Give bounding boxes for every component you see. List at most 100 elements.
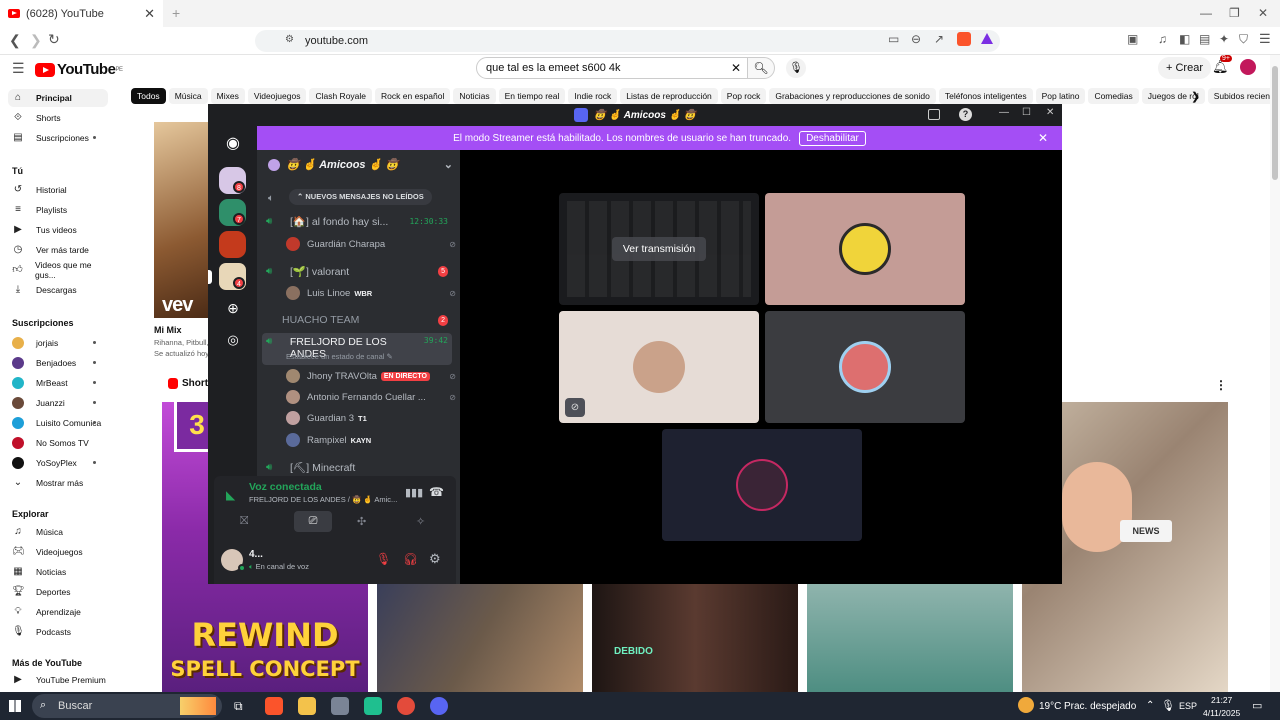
reload-icon[interactable]: ↻ <box>48 31 60 48</box>
short-thumbnail-3[interactable]: DEBIDO <box>592 584 798 692</box>
filter-chip[interactable]: Teléfonos inteligentes <box>938 88 1033 104</box>
server-menu-chevron-icon[interactable]: ⌄ <box>444 158 453 171</box>
filter-chip[interactable]: Grabaciones y reproducciones de sonido <box>769 88 936 104</box>
participant-tile-5[interactable] <box>662 429 862 541</box>
subscription-item[interactable]: No Somos TV <box>8 434 108 452</box>
sidebar-item[interactable]: 🎮︎ Videojuegos <box>8 543 108 561</box>
subscription-item[interactable]: MrBeast <box>8 374 108 392</box>
windows-start-icon[interactable] <box>9 700 21 712</box>
clear-search-icon[interactable]: ✕ <box>731 61 741 75</box>
account-avatar[interactable] <box>1240 59 1256 75</box>
sidebar-item[interactable]: 👍︎ Videos que me gus... <box>8 260 108 280</box>
self-name[interactable]: 4... <box>249 549 263 560</box>
search-button[interactable]: 🔍︎ <box>747 57 775 79</box>
mute-icon[interactable]: 🎙︎ <box>376 552 391 566</box>
notifications-center-icon[interactable]: ▭ <box>1252 699 1262 712</box>
voice-channel[interactable]: 🔊︎ [⛏] Minecraft <box>262 457 452 477</box>
language-indicator[interactable]: ESP <box>1179 701 1197 711</box>
voice-user[interactable]: Antonio Fernando Cuellar ... ⊘ <box>286 388 456 406</box>
subscription-item[interactable]: Luisito Comunica <box>8 414 108 432</box>
media-icon[interactable]: ♫ <box>1158 32 1167 46</box>
sidebar-item[interactable]: ⤓ Descargas <box>8 281 108 299</box>
weather-temp[interactable]: 19°C <box>1039 701 1061 712</box>
sidebar-item[interactable]: ▦ Noticias <box>8 563 108 581</box>
hamburger-menu-icon[interactable]: ☰ <box>12 60 25 77</box>
settings-gear-icon[interactable]: ⚙ <box>429 551 441 567</box>
chips-next-icon[interactable]: ❯ <box>1191 90 1200 103</box>
short-thumbnail-2[interactable] <box>377 584 583 692</box>
taskbar-app-icon[interactable] <box>331 697 349 715</box>
restore-icon[interactable]: ❐ <box>1229 6 1240 20</box>
new-messages-pill[interactable]: ⌃ NUEVOS MENSAJES NO LEÍDOS <box>289 189 432 205</box>
filter-chip[interactable]: Mixes <box>210 88 245 104</box>
site-info-icon[interactable]: ⚙ <box>285 34 294 45</box>
sidebar-item[interactable]: ⟐ Shorts <box>8 109 108 127</box>
filter-chip[interactable]: Pop latino <box>1035 88 1086 104</box>
scrollbar-thumb[interactable] <box>1272 66 1278 180</box>
youtube-logo[interactable]: YouTube PE <box>35 61 123 78</box>
tray-mic-icon[interactable]: 🎙︎ <box>1161 699 1175 712</box>
filter-chip[interactable]: Listas de reproducción <box>620 88 718 104</box>
deafen-icon[interactable]: 🎧︎ <box>403 552 418 566</box>
filter-chip[interactable]: Rock en español <box>375 88 451 104</box>
clock-date[interactable]: 4/11/2025 <box>1203 708 1240 718</box>
sidebar-item[interactable]: ◷ Ver más tarde <box>8 241 108 259</box>
close-tab-icon[interactable]: ✕ <box>144 6 155 22</box>
discord-home-icon[interactable]: ◉ <box>222 133 244 152</box>
weather-desc[interactable]: Prac. despejado <box>1064 701 1136 712</box>
cast-icon[interactable]: ▭ <box>888 32 899 46</box>
brave-rewards-icon[interactable] <box>981 33 993 44</box>
sidebar-item[interactable]: 🏆︎ Deportes <box>8 583 108 601</box>
minimize-icon[interactable]: — <box>1200 6 1212 20</box>
filter-chip[interactable]: Indie rock <box>568 88 618 104</box>
voice-user[interactable]: Guardián Charapa ⊘ <box>286 235 456 253</box>
create-button[interactable]: + Crear <box>1158 57 1211 79</box>
menu-icon[interactable]: ☰ <box>1259 31 1271 47</box>
file-explorer-icon[interactable] <box>298 697 316 715</box>
subscription-item[interactable]: Benjadoes <box>8 354 108 372</box>
new-tab-icon[interactable]: + <box>172 5 180 21</box>
disconnect-icon[interactable]: ☎ <box>429 485 444 499</box>
back-icon[interactable]: ❮ <box>9 32 21 49</box>
search-input[interactable]: que tal es la emeet s600 4k <box>476 57 748 79</box>
filter-chip[interactable]: Videojuegos <box>247 88 307 104</box>
sidebar-item[interactable]: ⌂ Principal <box>8 89 108 107</box>
sidebar-item[interactable]: ↺ Historial <box>8 181 108 199</box>
filter-chip[interactable]: En tiempo real <box>498 88 566 104</box>
sidebar-item[interactable]: ≡ Playlists <box>8 201 108 219</box>
sidebar-item[interactable]: ▶ Tus videos <box>8 221 108 239</box>
share-icon[interactable]: ↗ <box>934 32 944 46</box>
voice-channel-name[interactable]: FRELJORD DE LOS ANDES / 🤠 🤞 Amic... <box>249 495 397 504</box>
voice-channel[interactable]: 🔊︎ FRELJORD DE LOS ANDES 39:42 Establece un… <box>262 333 452 365</box>
weather-icon[interactable] <box>1018 697 1034 713</box>
voice-user[interactable]: Luis Linoe WBR ⊘ <box>286 284 456 302</box>
subscriptions-header[interactable]: Suscripciones <box>12 318 74 328</box>
voice-connected-label[interactable]: Voz conectada <box>249 481 322 493</box>
leo-ai-icon[interactable]: ✦ <box>1219 32 1229 46</box>
discord-taskbar-icon[interactable] <box>430 697 448 715</box>
brave-taskbar-icon[interactable] <box>265 697 283 715</box>
filter-chip[interactable]: Clash Royale <box>309 88 373 104</box>
you-header[interactable]: Tú <box>12 166 23 176</box>
server-icon-3[interactable] <box>219 231 246 258</box>
close-window-icon[interactable]: ✕ <box>1258 6 1268 20</box>
task-view-icon[interactable]: ⧉ <box>234 699 243 714</box>
tray-chevron-icon[interactable]: ⌃ <box>1146 700 1154 711</box>
discord-maximize-icon[interactable]: ☐ <box>1022 107 1031 118</box>
activities-icon[interactable]: ✣ <box>357 515 366 528</box>
camera-off-icon[interactable]: ⛝ <box>240 515 248 528</box>
subscription-item[interactable]: jorjais <box>8 334 108 352</box>
short-thumbnail-4[interactable] <box>807 584 1013 692</box>
chrome-taskbar-icon[interactable] <box>397 697 415 715</box>
banner-close-icon[interactable]: ✕ <box>1038 131 1048 145</box>
voice-channel[interactable]: 🔊︎ [🏠] al fondo hay si... 12:30:33 <box>262 211 452 231</box>
voice-channel[interactable]: 🔊︎ [🌱] valorant 5 <box>262 261 452 281</box>
soundboard-icon[interactable]: ✧ <box>416 515 425 528</box>
discord-close-icon[interactable]: ✕ <box>1046 107 1054 118</box>
filter-chip[interactable]: Música <box>168 88 208 104</box>
channel-status[interactable]: Establece un estado de canal ✎ <box>286 352 393 361</box>
voice-user[interactable]: Guardian 3 T1 <box>286 409 456 427</box>
help-icon[interactable]: ? <box>959 108 972 121</box>
zoom-icon[interactable]: ⊖ <box>911 32 921 46</box>
discover-icon[interactable]: ◎ <box>224 331 242 349</box>
